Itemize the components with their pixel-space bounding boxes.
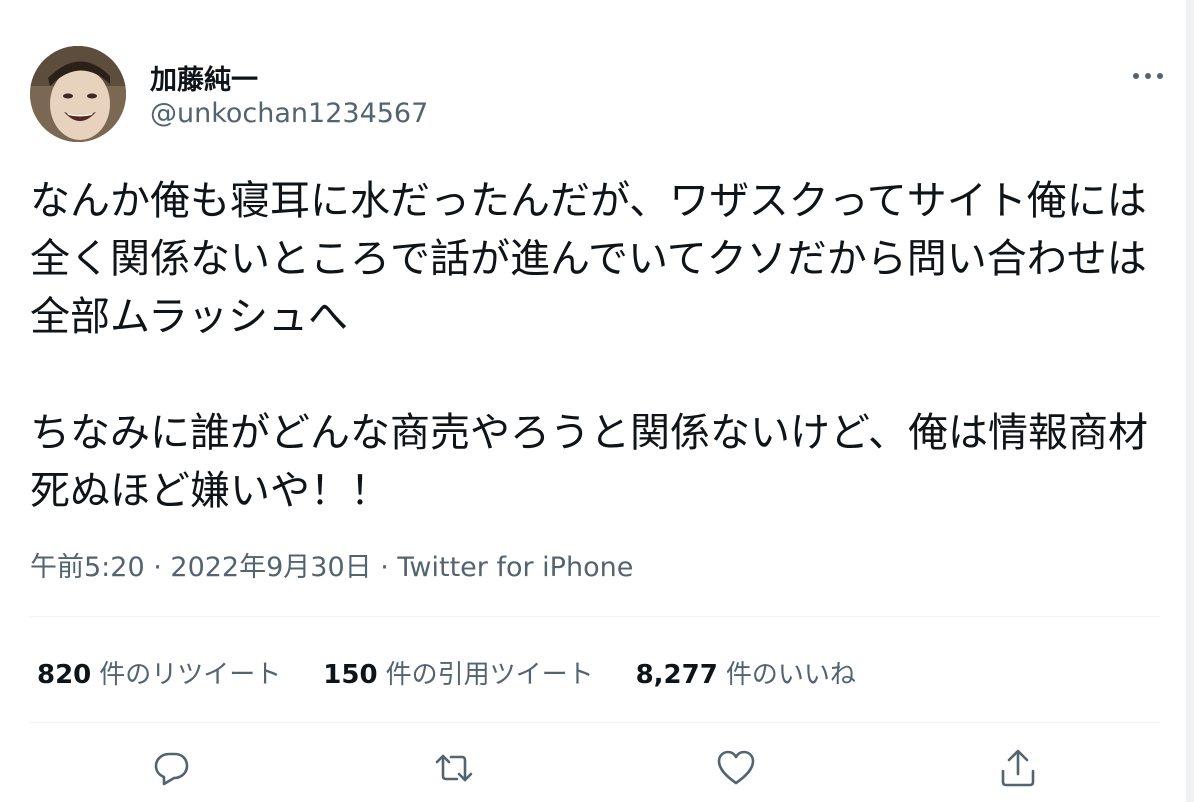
retweet-count-number: 820 — [37, 659, 92, 690]
retweet-count[interactable]: 820 件のリツイート — [37, 654, 281, 691]
action-bar — [0, 746, 1194, 796]
share-upload-icon[interactable] — [996, 746, 1040, 790]
avatar[interactable] — [30, 46, 126, 142]
scroll-edge — [1186, 0, 1194, 802]
tweet-text: なんか俺も寝耳に水だったんだが、ワザスクってサイト俺には全く関係ないところで話が… — [30, 178, 1148, 514]
retweet-count-label: 件のリツイート — [99, 659, 282, 690]
tweet-meta: 午前5:20 · 2022年9月30日 · Twitter for iPhone — [30, 545, 633, 584]
display-name[interactable]: 加藤純一 — [150, 58, 258, 97]
tweet-source[interactable]: Twitter for iPhone — [397, 552, 633, 583]
divider-top — [30, 616, 1160, 617]
divider-bottom — [30, 722, 1160, 723]
quote-count[interactable]: 150 件の引用ツイート — [323, 654, 593, 691]
quote-count-number: 150 — [323, 659, 378, 690]
tweet-time[interactable]: 午前5:20 — [30, 552, 145, 583]
reply-bubble-icon[interactable] — [150, 746, 194, 790]
tweet-date[interactable]: 2022年9月30日 — [170, 552, 371, 583]
like-count-label: 件のいいね — [725, 659, 856, 690]
user-handle[interactable]: @unkochan1234567 — [150, 98, 428, 129]
like-count-number: 8,277 — [635, 659, 718, 690]
tweet-header: 加藤純一 @unkochan1234567 — [30, 46, 1163, 146]
avatar-image — [30, 46, 126, 142]
retweet-arrows-icon[interactable] — [432, 746, 476, 790]
heart-icon[interactable] — [714, 746, 758, 790]
meta-separator: · — [144, 552, 171, 583]
tweet-stats: 820 件のリツイート 150 件の引用ツイート 8,277 件のいいね — [37, 652, 898, 692]
like-count[interactable]: 8,277 件のいいね — [636, 654, 856, 691]
quote-count-label: 件の引用ツイート — [385, 659, 594, 690]
meta-separator: · — [371, 552, 398, 583]
more-dots-icon[interactable] — [1126, 64, 1170, 88]
